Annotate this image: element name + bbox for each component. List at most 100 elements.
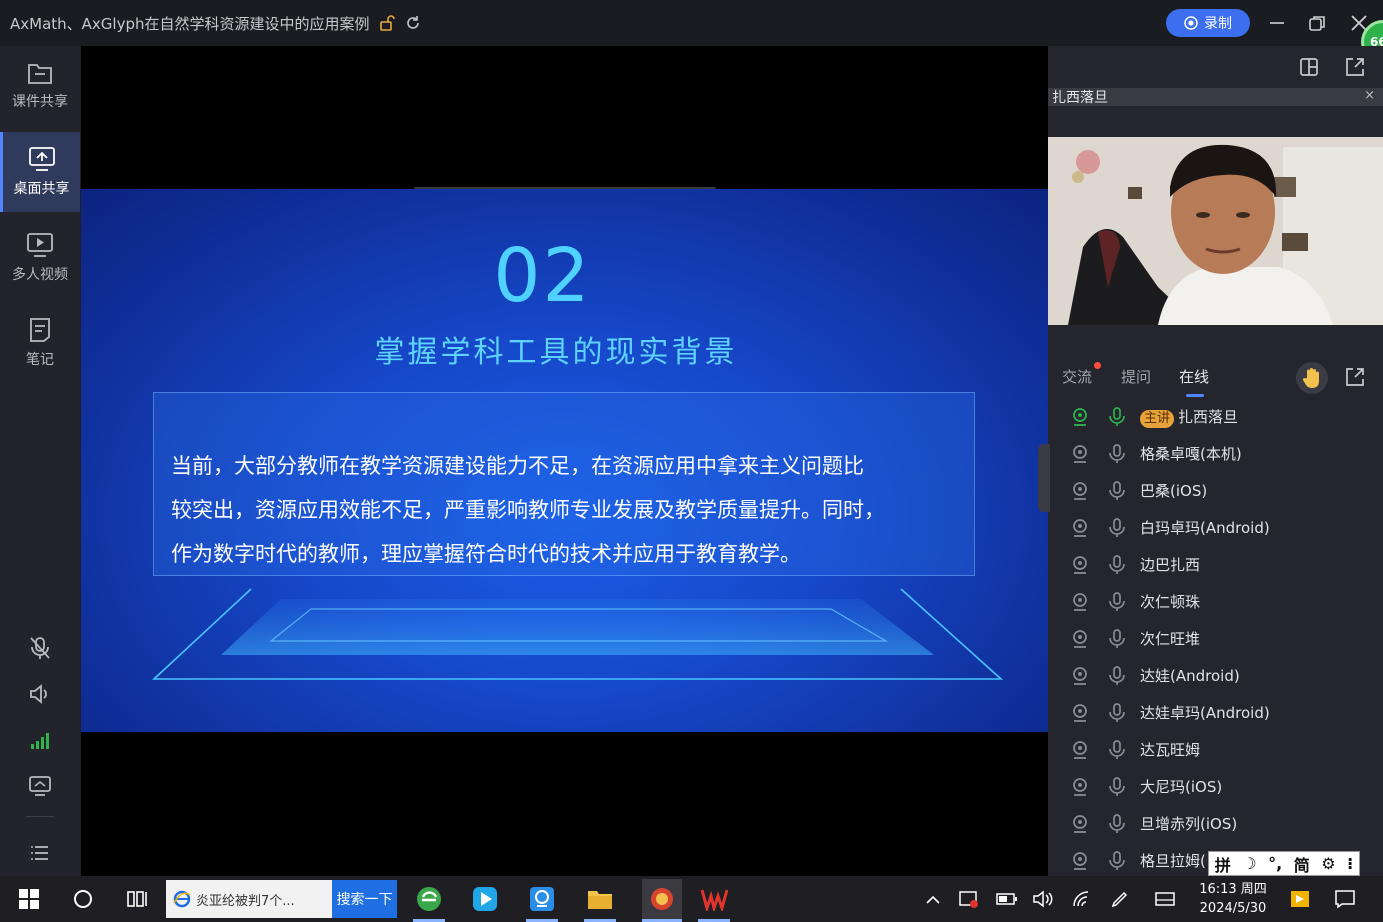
mic-icon[interactable] (1108, 739, 1126, 760)
right-panel: 扎西落旦 × 交流 提问 在线 主讲 扎西落旦 格桑卓嘎(本机) 巴桑(iOS)… (1038, 46, 1383, 876)
battery-icon[interactable] (992, 884, 1022, 914)
video-close-icon[interactable]: × (1364, 88, 1375, 103)
list-item[interactable]: 次仁旺堆 (1048, 620, 1383, 657)
layout-icon[interactable] (1297, 55, 1321, 79)
notification-app-icon[interactable] (1285, 884, 1315, 914)
camera-icon[interactable] (1070, 629, 1090, 649)
mic-icon[interactable] (1108, 776, 1126, 797)
window-title: AxMath、AxGlyph在自然学科资源建设中的应用案例 (10, 14, 370, 33)
mic-icon[interactable] (1108, 850, 1126, 871)
camera-icon[interactable] (1070, 703, 1090, 723)
volume-icon[interactable] (1028, 884, 1058, 914)
task-view-icon[interactable] (123, 884, 153, 914)
camera-icon[interactable] (1070, 592, 1090, 612)
ime-simplified-label[interactable]: 简 (1294, 852, 1310, 876)
raise-hand-button[interactable] (1296, 362, 1328, 394)
list-item[interactable]: 边巴扎西 (1048, 546, 1383, 583)
unlock-icon[interactable] (378, 14, 396, 32)
gear-icon[interactable]: ⚙ (1321, 854, 1335, 873)
taskbar-search-field[interactable]: 炎亚纶被判7个... (166, 880, 332, 918)
refresh-icon[interactable] (404, 14, 422, 32)
title-bar: AxMath、AxGlyph在自然学科资源建设中的应用案例 录制 66 (0, 0, 1383, 64)
list-item[interactable]: 白玛卓玛(Android) (1048, 509, 1383, 546)
mic-icon[interactable] (1108, 665, 1126, 686)
mic-off-icon[interactable] (26, 634, 54, 662)
tab-questions[interactable]: 提问 (1121, 366, 1151, 387)
mic-icon[interactable] (1108, 443, 1126, 464)
panel-collapse-handle[interactable] (1038, 444, 1050, 512)
action-center-icon[interactable] (1330, 884, 1360, 914)
camera-icon[interactable] (1070, 777, 1090, 797)
mic-icon[interactable] (1108, 813, 1126, 834)
game-app-icon[interactable] (642, 879, 682, 919)
mic-icon[interactable] (1108, 591, 1126, 612)
system-clock[interactable]: 16:13 周四 2024/5/30 (1190, 880, 1276, 918)
mic-on-icon[interactable] (1108, 406, 1126, 427)
chevron-up-icon[interactable] (918, 884, 948, 914)
windows-start-icon[interactable] (14, 884, 44, 914)
camera-icon[interactable] (1070, 814, 1090, 834)
speaker-icon[interactable] (26, 680, 54, 708)
record-button[interactable]: 录制 (1166, 9, 1250, 37)
minimize-icon[interactable] (1264, 10, 1290, 36)
restore-icon[interactable] (1304, 10, 1330, 36)
list-item[interactable]: 大尼玛(iOS) (1048, 768, 1383, 805)
keyboard-icon[interactable] (1150, 884, 1180, 914)
right-panel-toolbar (1048, 46, 1383, 88)
sidebar-item-desktop-share[interactable]: 桌面共享 (0, 132, 80, 212)
sidebar-divider (26, 816, 54, 817)
tab-active-indicator (1186, 394, 1204, 397)
mic-icon[interactable] (1108, 628, 1126, 649)
pen-icon[interactable] (1105, 884, 1135, 914)
camera-on-icon[interactable] (1070, 407, 1090, 427)
search-button[interactable]: 搜索一下 (332, 880, 397, 918)
list-item[interactable]: 达瓦旺姆 (1048, 731, 1383, 768)
cortana-icon[interactable] (68, 884, 98, 914)
mic-icon[interactable] (1108, 554, 1126, 575)
camera-icon[interactable] (1070, 666, 1090, 686)
tab-online[interactable]: 在线 (1179, 366, 1209, 387)
browser-360-icon[interactable] (414, 884, 444, 914)
tab-chat[interactable]: 交流 (1062, 366, 1092, 387)
list-item[interactable]: 达娃(Android) (1048, 657, 1383, 694)
wifi-icon[interactable] (1066, 884, 1096, 914)
mic-icon[interactable] (1108, 702, 1126, 723)
mic-icon[interactable] (1108, 480, 1126, 501)
tray-app-icon[interactable] (954, 884, 984, 914)
list-item[interactable]: 旦增赤列(iOS) (1048, 805, 1383, 842)
popout-list-icon[interactable] (1343, 365, 1367, 389)
tab-label: 在线 (1179, 368, 1210, 386)
camera-icon[interactable] (1070, 444, 1090, 464)
camera-icon[interactable] (1070, 555, 1090, 575)
file-explorer-icon[interactable] (585, 884, 615, 914)
video-player-icon[interactable] (470, 884, 500, 914)
list-item[interactable]: 达娃卓玛(Android) (1048, 694, 1383, 731)
list-item[interactable]: 格桑卓嘎(本机) (1048, 435, 1383, 472)
camera-icon[interactable] (1070, 740, 1090, 760)
list-item[interactable]: 巴桑(iOS) (1048, 472, 1383, 509)
user-name: 达娃卓玛(Android) (1140, 704, 1270, 722)
mic-icon[interactable] (1108, 517, 1126, 538)
camera-icon[interactable] (1070, 481, 1090, 501)
list-item[interactable]: 主讲 扎西落旦 (1048, 398, 1383, 435)
more-icon[interactable]: ⁝ (1347, 854, 1353, 873)
classroom-app-icon[interactable] (527, 884, 557, 914)
screen-icon[interactable] (26, 772, 54, 800)
menu-icon[interactable] (26, 839, 54, 867)
list-item[interactable]: 次仁顿珠 (1048, 583, 1383, 620)
ime-pinyin-label[interactable]: 拼 (1215, 852, 1231, 876)
sidebar-item-courseware[interactable]: 课件共享 (0, 46, 80, 126)
punctuation-icon[interactable]: °, (1268, 854, 1282, 873)
camera-icon[interactable] (1070, 518, 1090, 538)
sidebar-item-label: 多人视频 (12, 267, 68, 283)
sidebar-item-notes[interactable]: 笔记 (0, 303, 80, 383)
moon-icon[interactable]: ☽ (1242, 854, 1256, 873)
sidebar-item-multi-video[interactable]: 多人视频 (0, 218, 80, 298)
ime-toolbar[interactable]: 拼 ☽ °, 简 ⚙ ⁝ (1208, 851, 1360, 876)
sidebar-item-label: 笔记 (26, 352, 54, 368)
record-label: 录制 (1204, 16, 1232, 32)
webcam-frame (1048, 137, 1383, 325)
wps-icon[interactable] (699, 884, 729, 914)
popout-icon[interactable] (1343, 55, 1367, 79)
camera-icon[interactable] (1070, 851, 1090, 871)
